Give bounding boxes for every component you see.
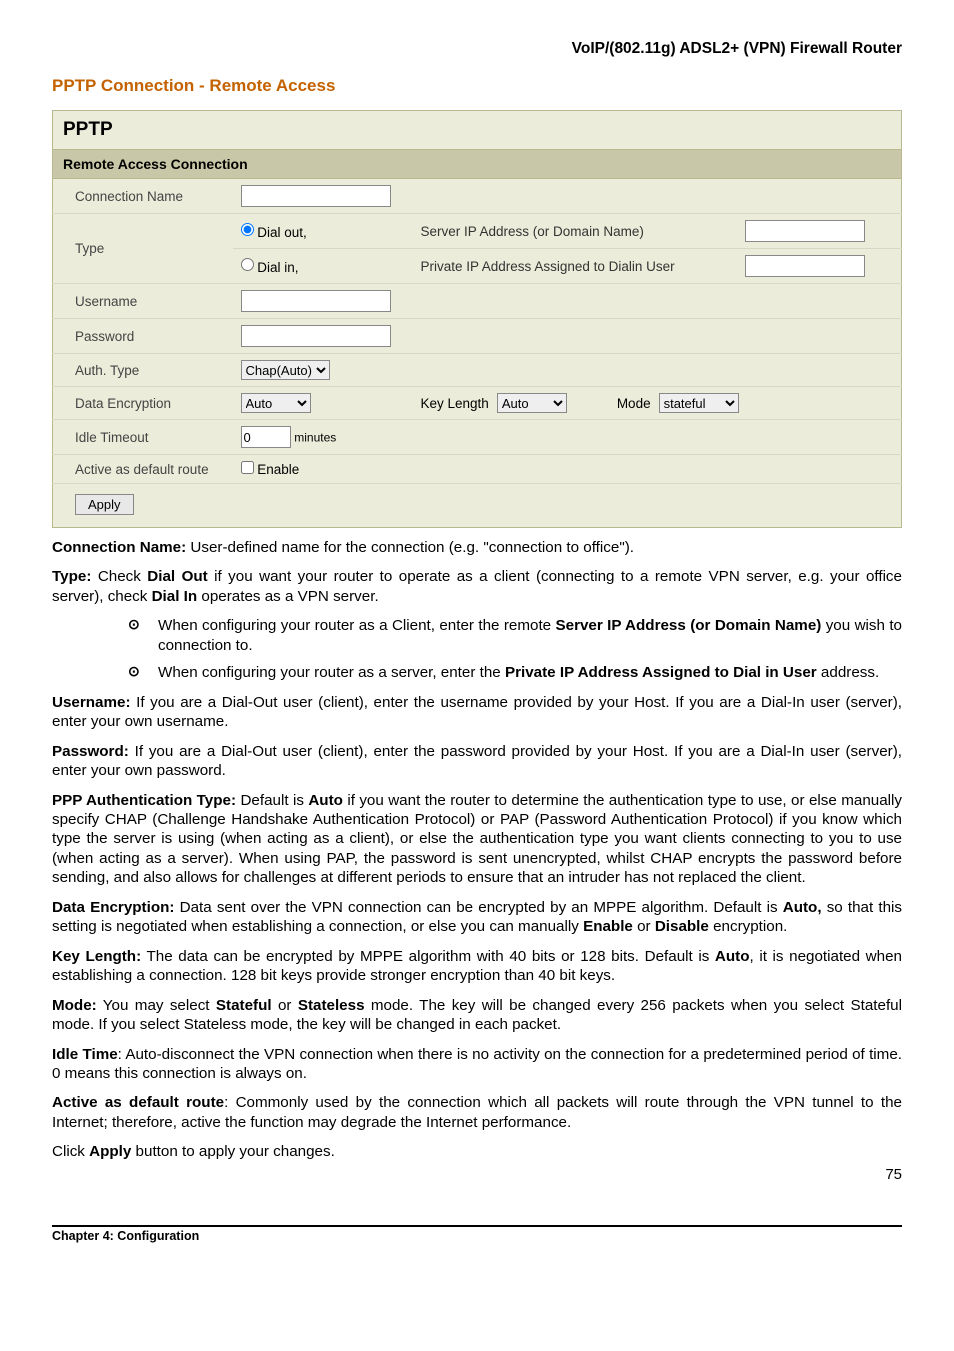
dial-out-label: Dial out, <box>257 224 307 239</box>
password-label: Password <box>53 319 233 354</box>
desc-mode: Mode: You may select Stateful or Statele… <box>52 996 902 1035</box>
type-label: Type <box>53 214 233 284</box>
desc-click-apply: Click Apply button to apply your changes… <box>52 1142 902 1161</box>
data-enc-label: Data Encryption <box>53 387 233 420</box>
desc-connection-name: Connection Name: User-defined name for t… <box>52 538 902 557</box>
mode-select[interactable]: stateful <box>659 393 739 413</box>
dial-in-radio[interactable] <box>241 258 254 271</box>
username-label: Username <box>53 284 233 319</box>
pptp-head: PPTP <box>53 111 902 150</box>
default-route-label: Active as default route <box>53 455 233 484</box>
apply-button[interactable]: Apply <box>75 494 134 515</box>
key-length-label: Key Length <box>421 396 489 411</box>
key-length-select[interactable]: Auto <box>497 393 567 413</box>
enable-label: Enable <box>257 462 299 477</box>
idle-timeout-label: Idle Timeout <box>53 420 233 455</box>
desc-type: Type: Check Dial Out if you want your ro… <box>52 567 902 606</box>
desc-ppp-auth: PPP Authentication Type: Default is Auto… <box>52 791 902 888</box>
auth-type-label: Auth. Type <box>53 354 233 387</box>
page-number: 75 <box>885 1166 902 1183</box>
pptp-form-table: PPTP Remote Access Connection Connection… <box>52 110 902 528</box>
enable-checkbox[interactable] <box>241 461 254 474</box>
bullet-client: When configuring your router as a Client… <box>128 616 902 655</box>
username-input[interactable] <box>241 290 391 312</box>
private-ip-label: Private IP Address Assigned to Dialin Us… <box>413 249 738 284</box>
server-ip-label: Server IP Address (or Domain Name) <box>413 214 738 249</box>
password-input[interactable] <box>241 325 391 347</box>
chapter-label: Chapter 4: Configuration <box>52 1229 199 1243</box>
idle-timeout-unit: minutes <box>294 431 336 445</box>
desc-idle-time: Idle Time: Auto-disconnect the VPN conne… <box>52 1045 902 1084</box>
type-bullets: When configuring your router as a Client… <box>52 616 902 682</box>
dial-in-label: Dial in, <box>257 259 298 274</box>
remote-access-head: Remote Access Connection <box>53 150 902 179</box>
mode-label: Mode <box>617 396 651 411</box>
dial-out-radio[interactable] <box>241 223 254 236</box>
auth-type-select[interactable]: Chap(Auto) <box>241 360 330 380</box>
desc-username: Username: If you are a Dial-Out user (cl… <box>52 693 902 732</box>
private-ip-input[interactable] <box>745 255 865 277</box>
connection-name-label: Connection Name <box>53 179 233 214</box>
desc-key-length: Key Length: The data can be encrypted by… <box>52 947 902 986</box>
page-footer: 75 <box>52 1178 902 1197</box>
bullet-server: When configuring your router as a server… <box>128 663 902 682</box>
data-enc-select[interactable]: Auto <box>241 393 311 413</box>
connection-name-input[interactable] <box>241 185 391 207</box>
desc-password: Password: If you are a Dial-Out user (cl… <box>52 742 902 781</box>
desc-data-enc: Data Encryption: Data sent over the VPN … <box>52 898 902 937</box>
server-ip-input[interactable] <box>745 220 865 242</box>
desc-active-route: Active as default route: Commonly used b… <box>52 1093 902 1132</box>
product-header: VoIP/(802.11g) ADSL2+ (VPN) Firewall Rou… <box>52 40 902 58</box>
section-title: PPTP Connection - Remote Access <box>52 76 902 96</box>
idle-timeout-input[interactable] <box>241 426 291 448</box>
